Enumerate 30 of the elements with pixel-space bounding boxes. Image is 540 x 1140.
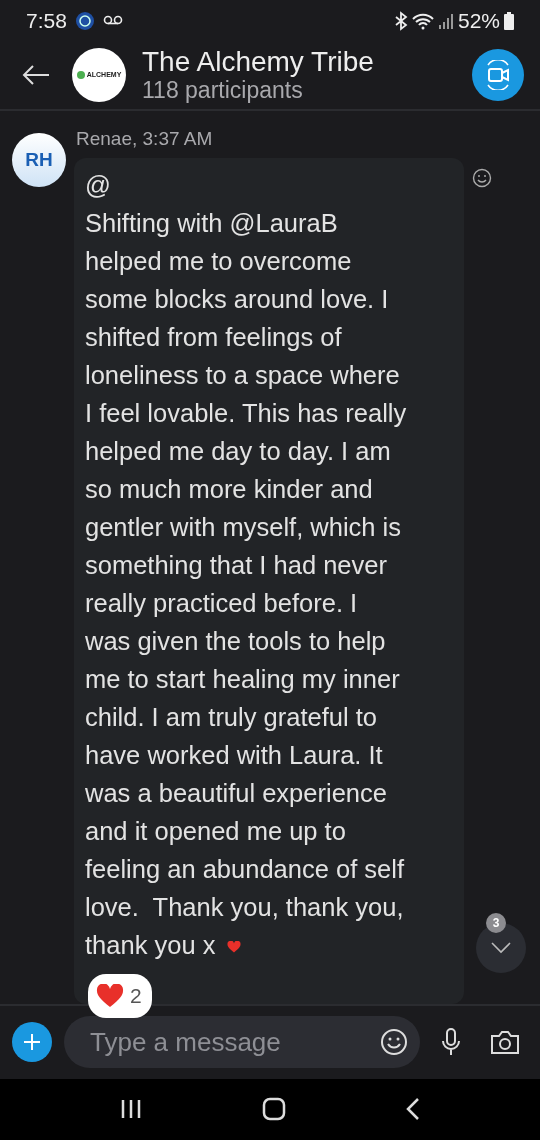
- heart-icon: [227, 940, 242, 953]
- battery-icon: [504, 11, 514, 30]
- unread-badge: 3: [486, 913, 506, 934]
- voicemail-icon: [102, 14, 123, 27]
- camera-icon[interactable]: [490, 1029, 520, 1056]
- message-input[interactable]: Type a message: [88, 1021, 380, 1063]
- participant-count: 118 participants: [142, 77, 303, 104]
- avatar[interactable]: RH: [12, 133, 66, 188]
- heart-icon: [96, 983, 124, 1008]
- status-time: 7:58: [26, 7, 67, 34]
- wifi-icon: [411, 11, 434, 30]
- bluetooth-icon: [393, 10, 408, 31]
- microphone-icon[interactable]: [440, 1027, 462, 1058]
- add-button[interactable]: [12, 1022, 52, 1063]
- mention-text: @: [85, 169, 111, 201]
- reaction-chip[interactable]: 2: [88, 973, 152, 1018]
- signal-icon: [437, 11, 454, 30]
- message-text: Shifting with @LauraB helped me to overcome some blocks around love. I shifted from feelings of loneliness to a space where I feel lovable. This has really helped me day to day. I am so much more kinder and gentler with myself, which is something that I had never really practiced before. I was given the tools to help me to start healing my inner child. I am truly grateful to have worked with Laura. It was a beautiful experience and it opened me up to feeling an abundance of self love. Thank you, thank you, thank you x: [85, 207, 407, 961]
- home-icon[interactable]: [262, 1097, 286, 1122]
- back-icon[interactable]: [22, 64, 50, 87]
- recent-apps-icon[interactable]: [120, 1098, 142, 1121]
- plus-icon: [23, 1033, 41, 1052]
- back-icon[interactable]: [406, 1097, 420, 1122]
- message-field[interactable]: Type a message: [64, 1016, 420, 1069]
- chat-title: The Alchemy Tribe: [142, 47, 374, 78]
- emoji-icon[interactable]: [472, 167, 492, 188]
- chevron-down-icon: [491, 942, 511, 955]
- sender-time: Renae, 3:37 AM: [76, 127, 214, 152]
- video-call-button[interactable]: [472, 49, 524, 102]
- battery-percent: 52%: [457, 7, 500, 34]
